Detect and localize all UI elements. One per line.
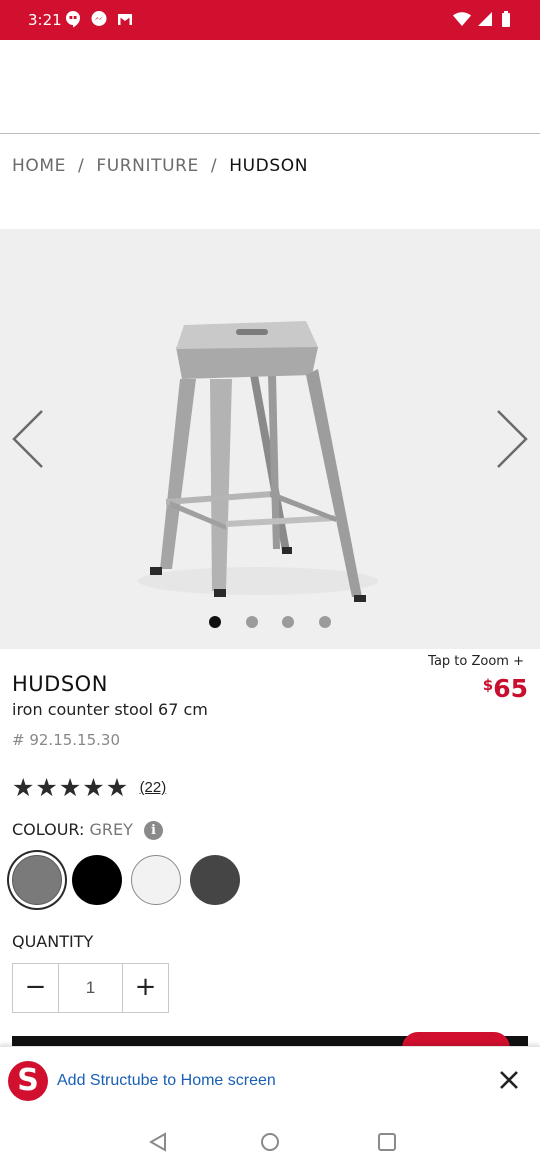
structube-logo-icon: S xyxy=(8,1061,48,1101)
gallery-dots xyxy=(0,615,540,629)
product-price: $65 xyxy=(483,674,528,703)
quantity-stepper: − + xyxy=(12,963,169,1013)
status-bar: 3:21 xyxy=(0,0,540,40)
quantity-minus-button[interactable]: − xyxy=(13,964,59,1012)
breadcrumb-separator: / xyxy=(210,156,218,176)
review-count-link[interactable]: (22) xyxy=(140,779,167,796)
quantity-label: QUANTITY xyxy=(12,932,94,951)
swatch-charcoal[interactable] xyxy=(190,855,240,905)
product-sku: # 92.15.15.30 xyxy=(12,731,120,749)
swatch-white[interactable] xyxy=(131,855,181,905)
info-icon[interactable]: i xyxy=(144,821,164,840)
home-circle-icon[interactable] xyxy=(258,1130,282,1154)
gallery-dot-4[interactable] xyxy=(318,616,331,628)
chevron-right-icon[interactable] xyxy=(492,407,532,471)
price-currency: $ xyxy=(482,676,494,694)
star-icon: ★ xyxy=(58,774,82,802)
breadcrumb-home[interactable]: HOME xyxy=(12,156,66,176)
tap-to-zoom[interactable]: Tap to Zoom + xyxy=(428,654,524,669)
back-triangle-icon[interactable] xyxy=(146,1130,170,1154)
swatch-grey[interactable] xyxy=(12,855,62,905)
product-description: iron counter stool 67 cm xyxy=(12,700,208,719)
add-to-home-link[interactable]: Add Structube to Home screen xyxy=(57,1072,276,1090)
hangouts-icon xyxy=(66,11,80,28)
messenger-icon xyxy=(91,11,107,26)
recents-square-icon[interactable] xyxy=(375,1130,399,1154)
star-icon: ★ xyxy=(82,774,105,802)
colour-label-text: COLOUR: xyxy=(12,820,85,839)
price-amount: 65 xyxy=(493,674,528,703)
signal-icon xyxy=(478,12,492,26)
gallery-dot-3[interactable] xyxy=(282,616,295,628)
gallery-dot-2[interactable] xyxy=(245,616,258,628)
battery-icon xyxy=(502,11,510,27)
product-rating[interactable]: ★★★★★ (22) xyxy=(12,775,166,801)
star-icon: ★ xyxy=(12,774,35,802)
gallery-dot-1[interactable] xyxy=(209,616,222,628)
swatch-black[interactable] xyxy=(72,855,122,905)
star-icon: ★ xyxy=(105,774,129,802)
wifi-icon xyxy=(453,12,471,26)
star-icon: ★ xyxy=(35,774,58,802)
add-to-home-banner: S Add Structube to Home screen xyxy=(0,1046,540,1114)
chevron-left-icon[interactable] xyxy=(8,407,48,471)
close-icon[interactable] xyxy=(496,1067,522,1093)
colour-label: COLOUR: GREY i xyxy=(12,820,164,840)
quantity-plus-button[interactable]: + xyxy=(122,964,168,1012)
gmail-icon xyxy=(118,14,132,25)
product-gallery[interactable] xyxy=(0,229,540,649)
quantity-input[interactable] xyxy=(59,964,122,1012)
product-image[interactable] xyxy=(0,229,540,649)
breadcrumb-current: HUDSON xyxy=(229,156,309,176)
breadcrumb-separator: / xyxy=(78,156,85,176)
site-header xyxy=(0,40,540,134)
colour-selected-value: GREY xyxy=(89,820,133,839)
breadcrumb: HOME / FURNITURE / HUDSON xyxy=(12,156,308,176)
breadcrumb-furniture[interactable]: FURNITURE xyxy=(96,156,199,176)
product-name: HUDSON xyxy=(12,672,108,696)
status-time: 3:21 xyxy=(28,11,62,29)
system-nav-bar xyxy=(0,1114,540,1170)
